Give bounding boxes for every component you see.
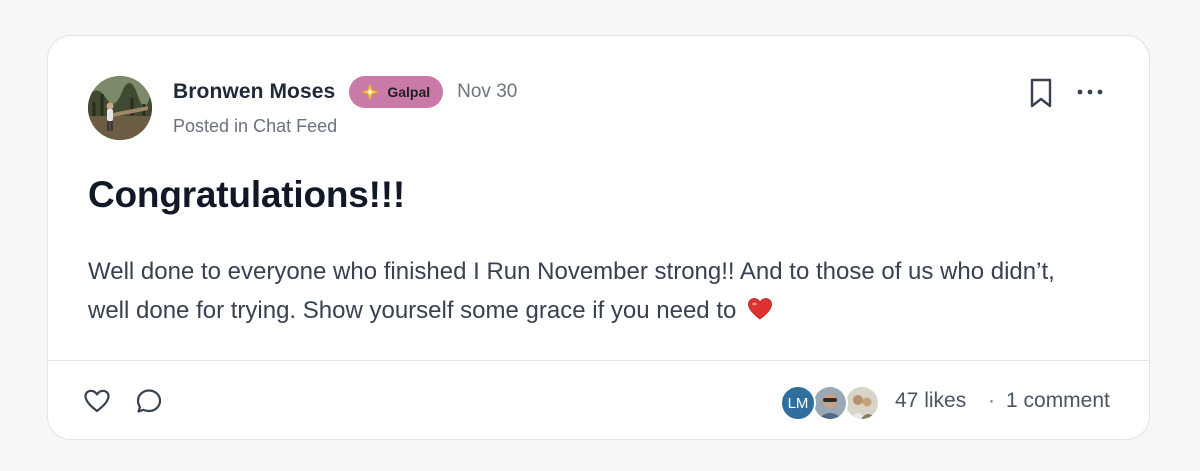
liker-photo <box>846 387 878 419</box>
post-title: Congratulations!!! <box>88 174 406 215</box>
sparkle-star-icon <box>361 83 380 101</box>
comment-button[interactable] <box>134 386 164 416</box>
author-row: Bronwen Moses Galpal Nov 30 <box>173 76 517 108</box>
comment-bubble-icon <box>136 389 162 413</box>
comments-count[interactable]: 1 comment <box>1006 389 1110 413</box>
liker-avatar <box>844 385 880 421</box>
liker-avatar <box>812 385 848 421</box>
post-card: Bronwen Moses Galpal Nov 30 Posted in Ch… <box>47 35 1150 440</box>
footer-divider <box>48 360 1149 361</box>
liker-avatar: LM <box>780 385 816 421</box>
member-badge[interactable]: Galpal <box>349 76 444 108</box>
badge-label: Galpal <box>387 84 431 100</box>
author-name[interactable]: Bronwen Moses <box>173 80 335 104</box>
post-body-text: Well done to everyone who finished I Run… <box>88 258 1055 324</box>
likes-count[interactable]: 47 likes <box>895 389 966 413</box>
space-link[interactable]: Chat Feed <box>253 116 337 136</box>
liker-photo <box>814 387 846 419</box>
liker-avatars[interactable]: LM <box>780 385 880 421</box>
post-body: Well done to everyone who finished I Run… <box>88 252 1098 330</box>
bookmark-icon <box>1030 78 1052 108</box>
like-button[interactable] <box>82 386 112 416</box>
bookmark-button[interactable] <box>1026 76 1056 110</box>
red-heart-icon <box>748 298 772 320</box>
posted-in-line: Posted in Chat Feed <box>173 116 337 137</box>
posted-in-prefix: Posted in <box>173 116 249 136</box>
meta-separator: · <box>988 389 995 412</box>
more-options-button[interactable] <box>1072 80 1108 104</box>
more-horizontal-icon <box>1077 89 1103 95</box>
liker-initials: LM <box>787 394 809 412</box>
avatar-photo <box>88 76 152 140</box>
heart-outline-icon <box>84 389 110 413</box>
post-date[interactable]: Nov 30 <box>457 81 517 103</box>
author-avatar[interactable] <box>88 76 152 140</box>
